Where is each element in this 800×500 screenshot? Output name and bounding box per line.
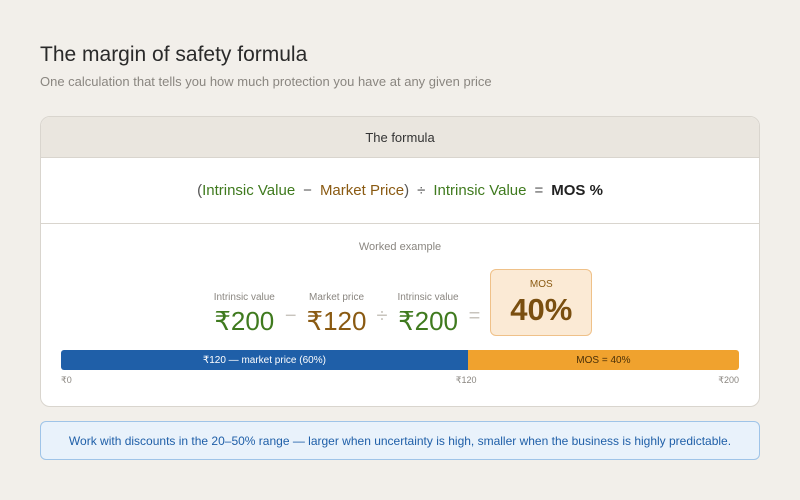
formula-equals: = [534,182,544,199]
calc-equals: = [468,305,481,327]
calc-intrinsic-label: Intrinsic value [213,292,275,303]
guidance-note: Work with discounts in the 20–50% range … [40,421,760,460]
formula-result: MOS % [551,182,603,199]
calc-minus: − [284,305,297,327]
bar-segment-market: ₹120 — market price (60%) [61,350,468,370]
worked-example: Worked example Intrinsic value ₹200 − Ma… [41,224,759,406]
page-subtitle: One calculation that tells you how much … [40,74,492,89]
formula-expression: ( Intrinsic Value − Market Price ) ÷ Int… [41,158,759,224]
formula-minus: − [303,182,312,199]
calc-intrinsic: Intrinsic value ₹200 [214,292,275,336]
bar-tick-end: ₹200 [718,375,739,385]
worked-calculation: Intrinsic value ₹200 − Market price ₹120… [41,269,759,336]
calc-market: Market price ₹120 [307,292,367,336]
mos-result-box: MOS 40% [490,269,593,336]
formula-divide: ÷ [417,182,426,199]
bar-segment-mos: MOS = 40% [467,350,739,370]
price-breakdown-bar: ₹120 — market price (60%) MOS = 40% [61,350,739,370]
bar-tick-start: ₹0 [61,375,72,385]
mos-label: MOS [529,279,553,290]
worked-example-label: Worked example [358,241,442,253]
calc-intrinsic-2: Intrinsic value ₹200 [397,292,458,336]
calc-divide: ÷ [376,305,388,327]
calc-intrinsic-value: ₹200 [214,306,275,336]
calc-market-label: Market price [309,292,365,303]
page-title: The margin of safety formula [40,43,308,66]
formula-market-price: Market Price [319,182,405,199]
calc-market-value: ₹120 [306,306,367,336]
bar-tick-mid: ₹120 [455,375,477,385]
calc-intrinsic-2-value: ₹200 [398,306,458,336]
formula-close-paren: ) [404,182,410,199]
calc-intrinsic-2-label: Intrinsic value [397,292,459,303]
mos-value: 40% [510,292,573,327]
formula-card: The formula ( Intrinsic Value − Market P… [40,116,760,407]
card-header: The formula [41,117,759,158]
formula-intrinsic-value: Intrinsic Value [202,182,296,199]
formula-intrinsic-value-2: Intrinsic Value [433,182,527,199]
